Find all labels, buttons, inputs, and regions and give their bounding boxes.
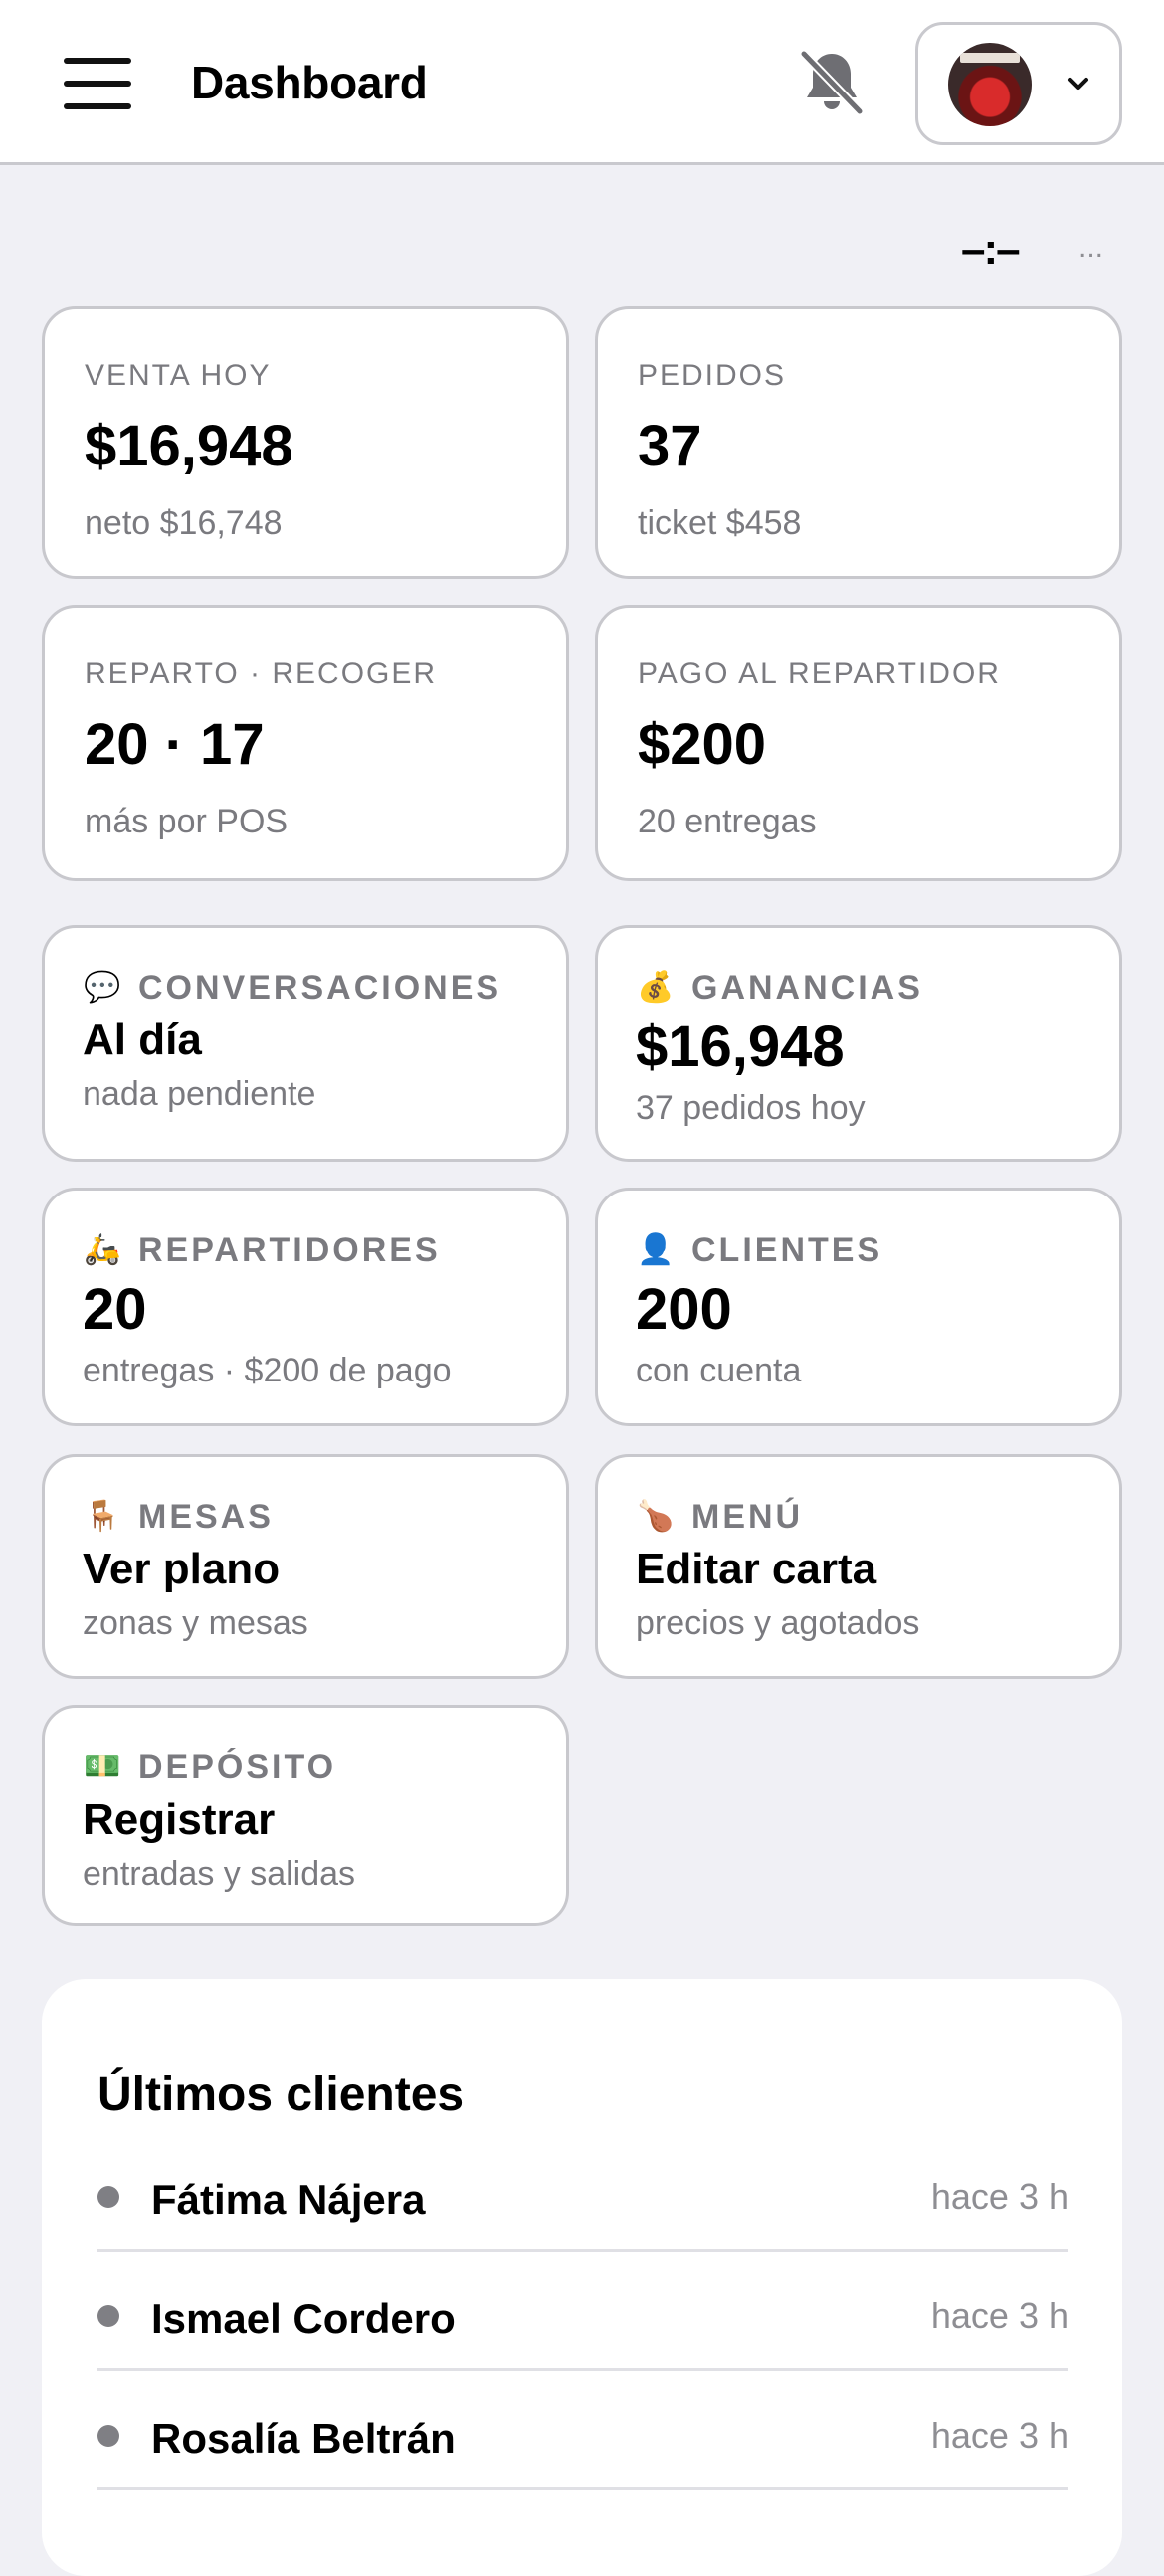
- page-title: Dashboard: [191, 57, 428, 108]
- stat-value: $16,948: [85, 414, 293, 478]
- tile-value: Registrar: [83, 1795, 276, 1844]
- stat-label: PEDIDOS: [638, 359, 787, 392]
- hamburger-menu-icon[interactable]: [64, 58, 131, 109]
- stat-label: REPARTO · RECOGER: [85, 657, 438, 690]
- tile-sub: zonas y mesas: [83, 1604, 308, 1642]
- tile-menu[interactable]: 🍗 MENÚ Editar carta precios y agotados: [595, 1454, 1122, 1679]
- stat-value: $200: [638, 712, 767, 777]
- tile-deposito[interactable]: 💵 DEPÓSITO Registrar entradas y salidas: [42, 1705, 569, 1926]
- speech-bubble-icon: 💬: [84, 971, 121, 1004]
- list-item[interactable]: Rosalía Beltrán hace 3 h: [97, 2371, 1068, 2490]
- status-dot: [97, 2425, 119, 2447]
- tile-label: CONVERSACIONES: [138, 968, 502, 1007]
- stat-sub: ticket $458: [638, 504, 802, 542]
- stat-card-pago-repartidor[interactable]: PAGO AL REPARTIDOR $200 20 entregas: [595, 605, 1122, 881]
- stat-card-pedidos[interactable]: PEDIDOS 37 ticket $458: [595, 306, 1122, 579]
- tile-ganancias[interactable]: 💰 GANANCIAS $16,948 37 pedidos hoy: [595, 925, 1122, 1162]
- stat-sub: más por POS: [85, 803, 289, 840]
- client-time: hace 3 h: [930, 2415, 1068, 2456]
- money-bag-icon: 💰: [637, 971, 675, 1004]
- stat-card-venta-hoy[interactable]: VENTA HOY $16,948 neto $16,748: [42, 306, 569, 579]
- stat-label: VENTA HOY: [85, 359, 272, 392]
- status-dot: [97, 2305, 119, 2327]
- tile-value: $16,948: [636, 1014, 845, 1079]
- tile-conversaciones[interactable]: 💬 CONVERSACIONES Al día nada pendiente: [42, 925, 569, 1162]
- stat-value: 37: [638, 414, 702, 478]
- tile-label: CLIENTES: [691, 1230, 883, 1269]
- stat-label: PAGO AL REPARTIDOR: [638, 657, 1001, 690]
- client-time: hace 3 h: [930, 2296, 1068, 2336]
- stat-sub: 20 entregas: [638, 803, 817, 840]
- tile-clientes[interactable]: 👤 CLIENTES 200 con cuenta: [595, 1188, 1122, 1426]
- drumstick-icon: 🍗: [637, 1500, 675, 1533]
- tile-mesas[interactable]: 🪑 MESAS Ver plano zonas y mesas: [42, 1454, 569, 1679]
- stat-sub: neto $16,748: [85, 504, 283, 542]
- top-bar: Dashboard: [0, 0, 1164, 165]
- list-item[interactable]: Ismael Cordero hace 3 h: [97, 2252, 1068, 2371]
- client-name: Fátima Nájera: [151, 2176, 426, 2223]
- client-name: Ismael Cordero: [151, 2296, 456, 2342]
- tile-repartidores[interactable]: 🛵 REPARTIDORES 20 entregas · $200 de pago: [42, 1188, 569, 1426]
- tile-label: REPARTIDORES: [138, 1230, 441, 1269]
- tile-sub: entregas · $200 de pago: [83, 1352, 452, 1389]
- section-title: Últimos clientes: [97, 2068, 465, 2120]
- tile-label: MENÚ: [691, 1497, 804, 1536]
- tile-value: Editar carta: [636, 1545, 877, 1593]
- tile-label: GANANCIAS: [691, 968, 923, 1007]
- tile-label: MESAS: [138, 1497, 274, 1536]
- scooter-icon: 🛵: [84, 1233, 121, 1266]
- recent-clients-panel: Últimos clientes Fátima Nájera hace 3 h …: [42, 1979, 1122, 2576]
- client-time: hace 3 h: [930, 2176, 1068, 2217]
- tile-value: 20: [83, 1277, 147, 1342]
- tile-value: Al día: [83, 1015, 202, 1064]
- tile-sub: precios y agotados: [636, 1604, 920, 1642]
- tile-sub: 37 pedidos hoy: [636, 1089, 866, 1127]
- tile-sub: nada pendiente: [83, 1075, 316, 1113]
- bell-off-icon[interactable]: [796, 46, 868, 117]
- chevron-down-icon: [1068, 78, 1088, 90]
- chair-icon: 🪑: [84, 1500, 121, 1533]
- user-icon: 👤: [637, 1233, 675, 1266]
- status-dot: [97, 2186, 119, 2208]
- list-item[interactable]: Fátima Nájera hace 3 h: [97, 2132, 1068, 2252]
- banknote-icon: 💵: [84, 1750, 121, 1783]
- time-indicator: –:–: [961, 225, 1021, 274]
- tile-value: Ver plano: [83, 1545, 281, 1593]
- tile-sub: entradas y salidas: [83, 1855, 356, 1893]
- avatar: [948, 43, 1032, 126]
- tile-value: 200: [636, 1277, 732, 1342]
- tile-label: DEPÓSITO: [138, 1748, 337, 1786]
- client-name: Rosalía Beltrán: [151, 2415, 456, 2462]
- more-icon[interactable]: ...: [1078, 231, 1103, 265]
- stat-value: 20 · 17: [85, 712, 265, 777]
- tile-sub: con cuenta: [636, 1352, 802, 1389]
- stat-card-reparto-recoger[interactable]: REPARTO · RECOGER 20 · 17 más por POS: [42, 605, 569, 881]
- profile-menu-button[interactable]: [915, 22, 1122, 145]
